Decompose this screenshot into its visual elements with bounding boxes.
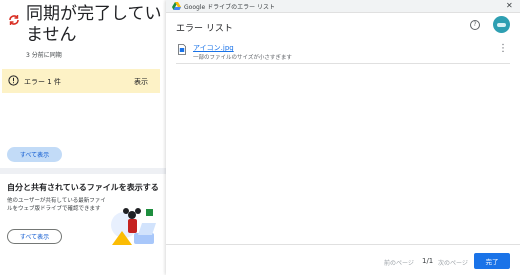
error-file-link[interactable]: アイコン.jpg	[193, 43, 234, 53]
shared-files-illustration	[111, 208, 156, 245]
more-vert-icon[interactable]: ⋮	[498, 44, 508, 54]
error-file-message: 一部のファイルのサイズが小さすぎます	[193, 55, 292, 61]
show-shared-button[interactable]: すべて表示	[7, 229, 62, 244]
window-title: Google ドライブのエラー リスト	[184, 4, 275, 11]
show-errors-link[interactable]: 表示	[134, 77, 148, 87]
shared-files-title: 自分と共有されているファイルを表示する	[7, 183, 159, 192]
next-page-button[interactable]: 次のページ	[438, 258, 468, 267]
sync-timestamp: 3 分前に同期	[26, 52, 62, 59]
dialog-heading: エラー リスト	[176, 24, 233, 34]
sync-panel: 同期が完了していません 3 分前に同期 エラー 1 件 表示 すべて表示 自分と…	[0, 0, 168, 275]
shared-files-description: 他のユーザーが共有している最新ファイルをウェブ版ドライブで確認できます	[7, 198, 106, 212]
row-divider	[176, 63, 510, 64]
footer-divider	[166, 244, 520, 245]
error-count: エラー 1 件	[24, 78, 61, 86]
sync-status-title: 同期が完了していません	[26, 4, 162, 45]
image-file-icon	[178, 44, 186, 55]
show-all-button[interactable]: すべて表示	[7, 147, 62, 162]
drive-logo-icon	[172, 2, 181, 10]
error-circle-icon	[8, 75, 19, 86]
previous-page-button[interactable]: 前のページ	[384, 258, 414, 267]
done-button[interactable]: 完了	[474, 253, 510, 269]
error-list-dialog: Google ドライブのエラー リスト ✕ エラー リスト ? アイコン.jpg…	[166, 0, 520, 275]
avatar[interactable]	[493, 16, 510, 33]
sync-error-icon	[9, 15, 19, 25]
page-indicator: 1/1	[422, 257, 434, 265]
help-icon[interactable]: ?	[470, 20, 480, 30]
close-icon[interactable]: ✕	[506, 1, 513, 10]
